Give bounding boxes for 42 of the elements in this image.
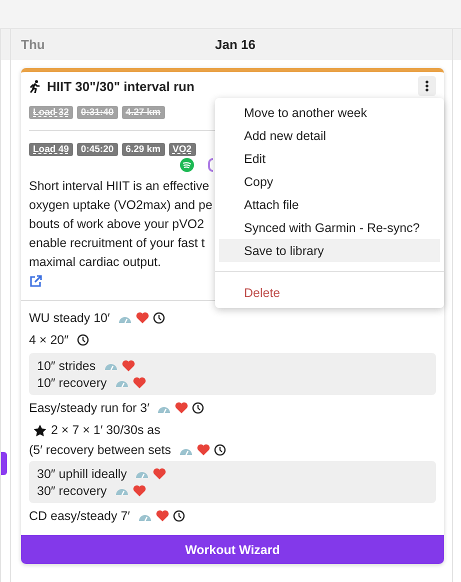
actual-stat-badge: VO2 [168,142,196,156]
actual-stat-badge: 6.29 km [122,142,165,156]
menu-item[interactable]: Add new detail [219,124,440,147]
more-icon [425,80,429,92]
star-icon [33,424,47,436]
description-text: maximal cardiac output. [29,254,162,271]
menu-item[interactable]: Delete [219,281,440,304]
menu-item[interactable]: Attach file [219,193,440,216]
workout-title: HIIT 30"/30" interval run [47,78,196,94]
step-text: 4 × 20″ [29,333,69,347]
actual-stat-badge: Load 49 [29,142,73,156]
planned-stat-badge: 4.27 km [122,106,165,118]
description-text: enable recruitment of your fast t [29,235,205,252]
app-icon[interactable] [208,158,213,172]
description-text: Short interval HIIT is an effective [29,178,210,195]
date-label: Jan 16 [215,37,256,52]
step-text: 30″ uphill ideally [37,466,127,480]
planned-stat-badge: 0:31:40 [76,106,118,118]
planned-stat-badge: Load 32 [29,106,73,118]
music-service-icon[interactable] [180,158,194,172]
description-text: oxygen uptake (VO2max) and pe [29,197,212,214]
workout-wizard-button[interactable]: Workout Wizard [21,535,444,564]
step-text: WU steady 10′ [29,311,110,325]
step-text: CD easy/steady 7′ [29,509,130,523]
step-text: 30″ recovery [37,484,107,498]
menu-item[interactable]: Synced with Garmin - Re-sync? [219,216,440,239]
step-text: 2 × 7 × 1′ 30/30s as [51,423,160,437]
step-text: 10″ recovery [37,376,107,390]
menu-item[interactable]: Edit [219,147,440,170]
step-text: 10″ strides [37,358,96,372]
more-options-button[interactable] [418,76,436,96]
menu-item[interactable]: Save to library [219,239,440,262]
runner-icon [29,80,41,92]
menu-item[interactable]: Copy [219,170,440,193]
menu-item[interactable]: Move to another week [219,101,440,124]
description-text: bouts of work above your pVO2 [29,216,204,233]
external-link-icon[interactable] [29,275,43,289]
step-text: Easy/steady run for 3′ [29,401,150,415]
workout-card-edge [1,452,7,475]
weekday-label: Thu [21,37,46,52]
actual-stat-badge: 0:45:20 [76,142,118,156]
step-text: (5′ recovery between sets [29,443,171,457]
